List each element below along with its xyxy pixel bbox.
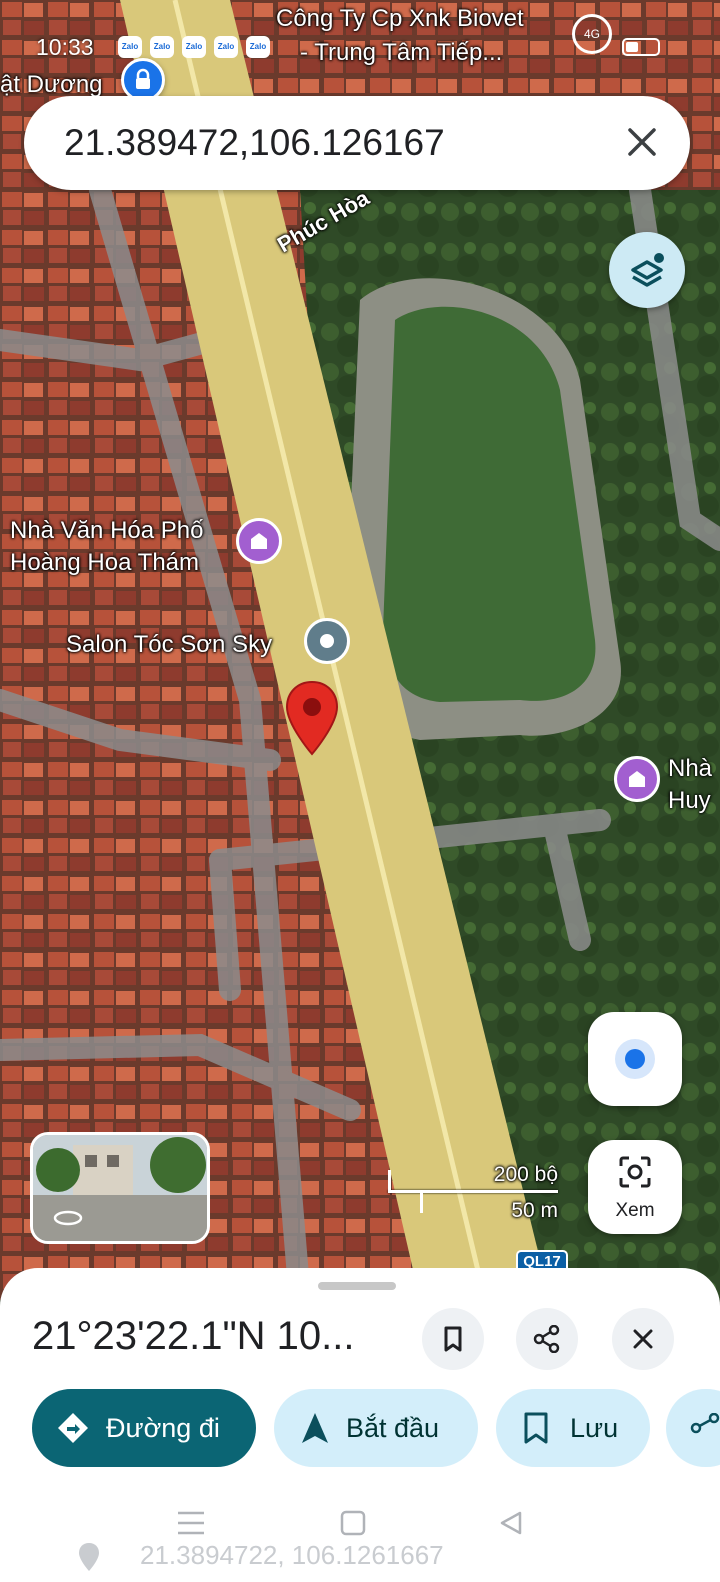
share-button[interactable]	[516, 1308, 578, 1370]
my-location-button[interactable]	[588, 1012, 682, 1106]
map-view[interactable]: 10:33 Zalo Zalo Zalo Zalo Zalo 4G Công T…	[0, 0, 720, 1300]
camera-lens-icon	[619, 1156, 651, 1188]
zalo-notification-icon: Zalo	[214, 36, 238, 58]
directions-icon	[58, 1413, 88, 1443]
poi-label-culture-house[interactable]: Nhà Văn Hóa Phố	[10, 516, 203, 545]
bookmark-icon	[444, 1326, 462, 1352]
poi-label-company[interactable]: Công Ty Cp Xnk Biovet	[276, 4, 524, 33]
search-bar[interactable]: 21.389472,106.126167	[24, 96, 690, 190]
coordinates-peek: 21.3894722, 106.1261667	[140, 1540, 444, 1570]
network-icon: 4G	[572, 14, 612, 54]
share-icon	[533, 1325, 560, 1353]
location-dot-icon	[615, 1039, 655, 1079]
rotate-360-icon	[53, 1210, 83, 1226]
directions-button[interactable]: Đường đi	[32, 1389, 256, 1467]
red-pin-icon[interactable]	[284, 680, 340, 756]
poi-label-culture-house-line2[interactable]: Hoàng Hoa Thám	[10, 548, 199, 577]
home-icon[interactable]	[340, 1510, 366, 1536]
street-view-thumbnail[interactable]	[30, 1132, 210, 1244]
save-label: Lưu	[570, 1413, 619, 1443]
start-button[interactable]: Bắt đầu	[274, 1389, 478, 1467]
layers-button[interactable]	[609, 232, 685, 308]
lens-button[interactable]: Xem	[588, 1140, 682, 1234]
menu-icon[interactable]	[176, 1510, 206, 1536]
close-icon[interactable]	[624, 124, 660, 160]
poi-label-right[interactable]: Nhà	[668, 754, 712, 783]
search-input[interactable]: 21.389472,106.126167	[64, 122, 445, 164]
share-pill-button[interactable]	[666, 1389, 720, 1467]
close-icon	[633, 1329, 653, 1349]
landmark-icon[interactable]	[236, 518, 282, 564]
lens-label: Xem	[615, 1200, 655, 1221]
place-title: 21°23'22.1"N 10...	[32, 1314, 355, 1358]
scale-bar: 200 bộ 50 m	[388, 1160, 558, 1222]
zalo-notification-icon: Zalo	[150, 36, 174, 58]
drag-handle[interactable]	[318, 1282, 396, 1290]
bookmark-icon	[524, 1412, 548, 1444]
location-pin-icon	[79, 1543, 99, 1571]
back-icon[interactable]	[498, 1510, 524, 1536]
share-icon	[690, 1413, 720, 1434]
zalo-notification-icon: Zalo	[182, 36, 206, 58]
status-time: 10:33	[36, 34, 94, 60]
scale-feet: 200 bộ	[493, 1163, 558, 1186]
poi-label-salon[interactable]: Salon Tóc Sơn Sky	[66, 630, 272, 659]
poi-label-right-line2[interactable]: Huy	[668, 786, 711, 815]
zalo-notification-icon: Zalo	[246, 36, 270, 58]
start-label: Bắt đầu	[346, 1413, 440, 1443]
landmark-icon[interactable]	[614, 756, 660, 802]
save-button[interactable]: Lưu	[496, 1389, 650, 1467]
zalo-notification-icon: Zalo	[118, 36, 142, 58]
layers-icon	[631, 253, 664, 287]
street-label: ật Dương	[0, 71, 103, 98]
navigation-arrow-icon	[302, 1413, 328, 1443]
place-dot-icon[interactable]	[304, 618, 350, 664]
save-bookmark-button[interactable]	[422, 1308, 484, 1370]
poi-label-company-line2[interactable]: - Trung Tâm Tiếp...	[300, 38, 502, 67]
close-sheet-button[interactable]	[612, 1308, 674, 1370]
battery-icon	[622, 38, 660, 56]
directions-label: Đường đi	[106, 1413, 220, 1443]
scale-meters: 50 m	[511, 1199, 558, 1222]
